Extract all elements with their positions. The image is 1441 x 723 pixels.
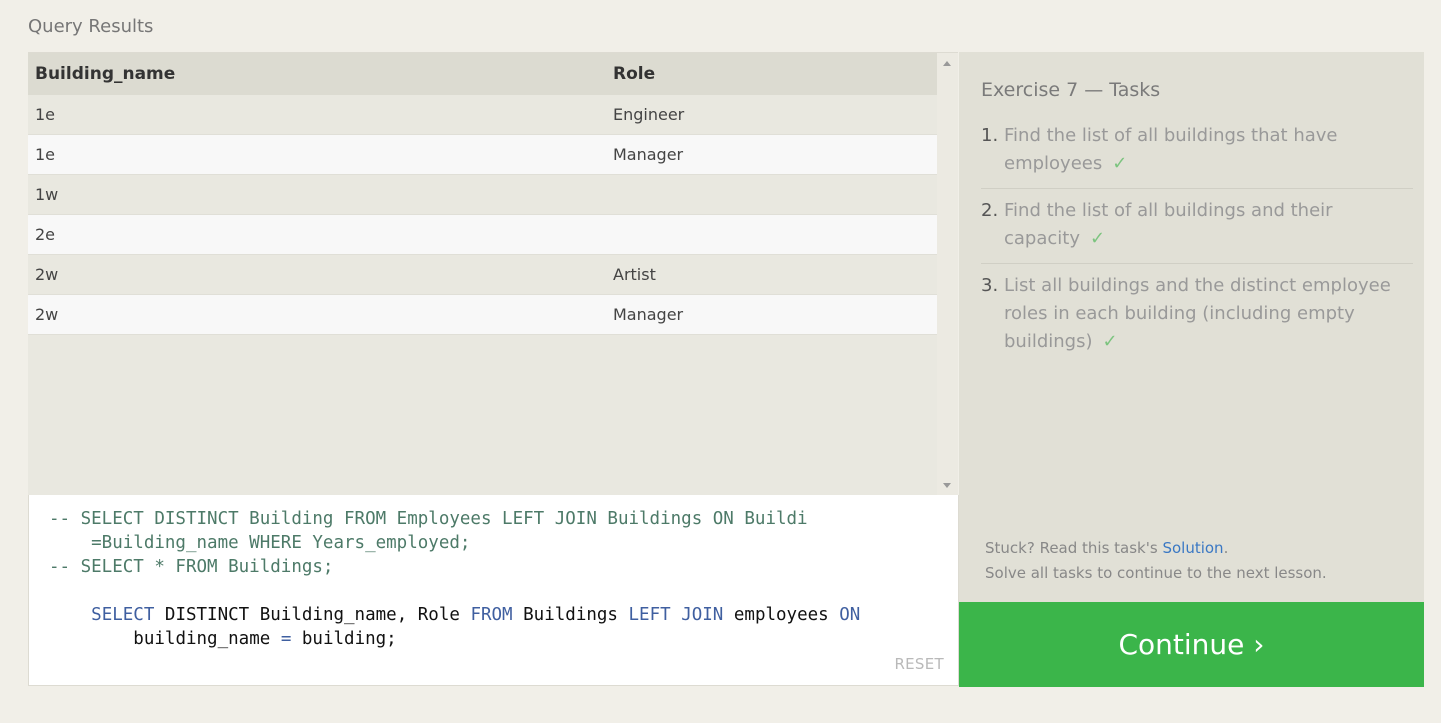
code-line-comment[interactable]: -- SELECT * FROM Buildings; <box>49 555 333 579</box>
task-number: 2. <box>981 200 999 221</box>
cell-role: Artist <box>613 254 937 295</box>
cell-building-name: 1w <box>28 174 613 215</box>
sql-text: building; <box>291 629 397 649</box>
code-line-comment[interactable]: =Building_name WHERE Years_employed; <box>49 531 470 555</box>
task-text: Find the list of all buildings and their… <box>1004 200 1333 249</box>
table-row: 2w Manager <box>28 294 937 335</box>
cell-role <box>613 214 937 255</box>
task-number: 3. <box>981 275 999 296</box>
sql-editor[interactable]: -- SELECT DISTINCT Building FROM Employe… <box>28 495 959 686</box>
continue-button[interactable]: Continue › <box>959 602 1424 687</box>
table-row: 1e Engineer <box>28 95 937 135</box>
reset-button[interactable]: RESET <box>894 655 944 673</box>
task-text: List all buildings and the distinct empl… <box>1004 275 1391 352</box>
scroll-down-arrow-icon[interactable] <box>943 483 951 488</box>
cell-role: Engineer <box>613 95 937 135</box>
task-item: 3. List all buildings and the distinct e… <box>981 272 1413 366</box>
sql-text: employees <box>723 605 840 625</box>
tasks-title: Exercise 7 — Tasks <box>981 79 1161 101</box>
cell-role: Manager <box>613 294 937 335</box>
stuck-prefix: Stuck? Read this task's <box>985 539 1163 557</box>
stuck-hint: Stuck? Read this task's Solution. Solve … <box>985 536 1327 586</box>
sql-text: building_name <box>91 629 281 649</box>
sql-keyword: ON <box>839 605 861 625</box>
cell-building-name: 2e <box>28 214 613 255</box>
cell-role <box>613 174 937 215</box>
stuck-suffix: . <box>1223 539 1229 557</box>
task-number: 1. <box>981 125 999 146</box>
results-table: Building_name Role 1e Engineer 1e Manage… <box>28 53 937 335</box>
table-row: 2e <box>28 214 937 255</box>
checkmark-icon: ✓ <box>1112 153 1128 174</box>
continue-hint: Solve all tasks to continue to the next … <box>985 564 1327 582</box>
code-line-comment[interactable]: -- SELECT DISTINCT Building FROM Employe… <box>49 507 808 531</box>
task-item: 2. Find the list of all buildings and th… <box>981 197 1413 264</box>
table-header-row: Building_name Role <box>28 53 937 95</box>
cell-building-name: 2w <box>28 254 613 295</box>
sql-operator: = <box>280 629 292 649</box>
task-text: Find the list of all buildings that have… <box>1004 125 1338 174</box>
column-header-role: Role <box>613 53 937 95</box>
query-results-title: Query Results <box>28 16 154 37</box>
sql-text: Buildings <box>512 605 629 625</box>
table-row: 2w Artist <box>28 254 937 295</box>
solution-link[interactable]: Solution <box>1162 539 1223 557</box>
cell-building-name: 1e <box>28 95 613 135</box>
column-header-building-name: Building_name <box>28 53 613 95</box>
sql-keyword: LEFT JOIN <box>628 605 724 625</box>
task-item: 1. Find the list of all buildings that h… <box>981 122 1413 189</box>
checkmark-icon: ✓ <box>1090 228 1106 249</box>
table-row: 1w <box>28 174 937 215</box>
cell-building-name: 2w <box>28 294 613 335</box>
code-line-query[interactable]: building_name = building; <box>49 603 397 675</box>
scroll-up-arrow-icon[interactable] <box>943 61 951 66</box>
cell-role: Manager <box>613 134 937 175</box>
checkmark-icon: ✓ <box>1102 331 1118 352</box>
stuck-line: Stuck? Read this task's Solution. <box>985 536 1327 561</box>
results-scrollbar[interactable] <box>937 53 958 496</box>
results-panel: Building_name Role 1e Engineer 1e Manage… <box>28 52 958 496</box>
task-list: 1. Find the list of all buildings that h… <box>981 122 1413 374</box>
cell-building-name: 1e <box>28 134 613 175</box>
table-row: 1e Manager <box>28 134 937 175</box>
tasks-panel: Exercise 7 — Tasks 1. Find the list of a… <box>959 52 1424 602</box>
sql-keyword: FROM <box>470 605 513 625</box>
